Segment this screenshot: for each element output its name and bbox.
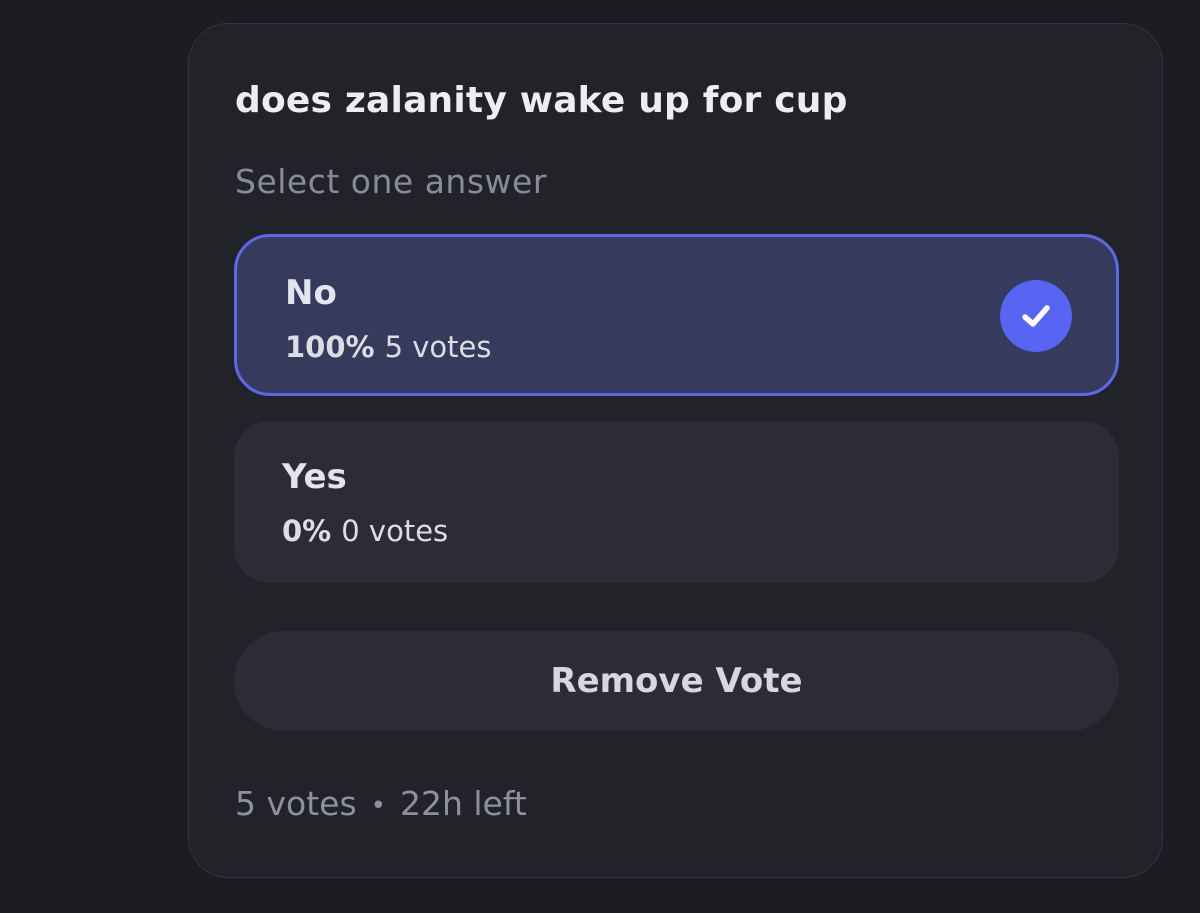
option-percent: 100% [285, 330, 375, 364]
poll-footer: 5 votes • 22h left [235, 784, 527, 823]
option-stats: 0% 0 votes [282, 514, 448, 548]
option-vote-count: 5 votes [384, 330, 492, 364]
option-percent: 0% [282, 514, 332, 548]
time-left: 22h left [399, 784, 527, 823]
option-label: Yes [282, 457, 347, 497]
total-votes: 5 votes [235, 784, 357, 823]
poll-card: does zalanity wake up for cup Select one… [188, 23, 1163, 878]
option-stats: 100% 5 votes [285, 330, 492, 364]
poll-instructions: Select one answer [235, 162, 547, 201]
poll-question: does zalanity wake up for cup [235, 80, 848, 121]
poll-option-no[interactable]: No 100% 5 votes [234, 234, 1119, 396]
poll-option-yes[interactable]: Yes 0% 0 votes [234, 421, 1119, 583]
option-vote-count: 0 votes [341, 514, 449, 548]
check-circle-icon [1000, 280, 1072, 352]
separator-dot: • [370, 790, 386, 821]
remove-vote-button[interactable]: Remove Vote [234, 631, 1119, 731]
option-label: No [285, 273, 337, 313]
